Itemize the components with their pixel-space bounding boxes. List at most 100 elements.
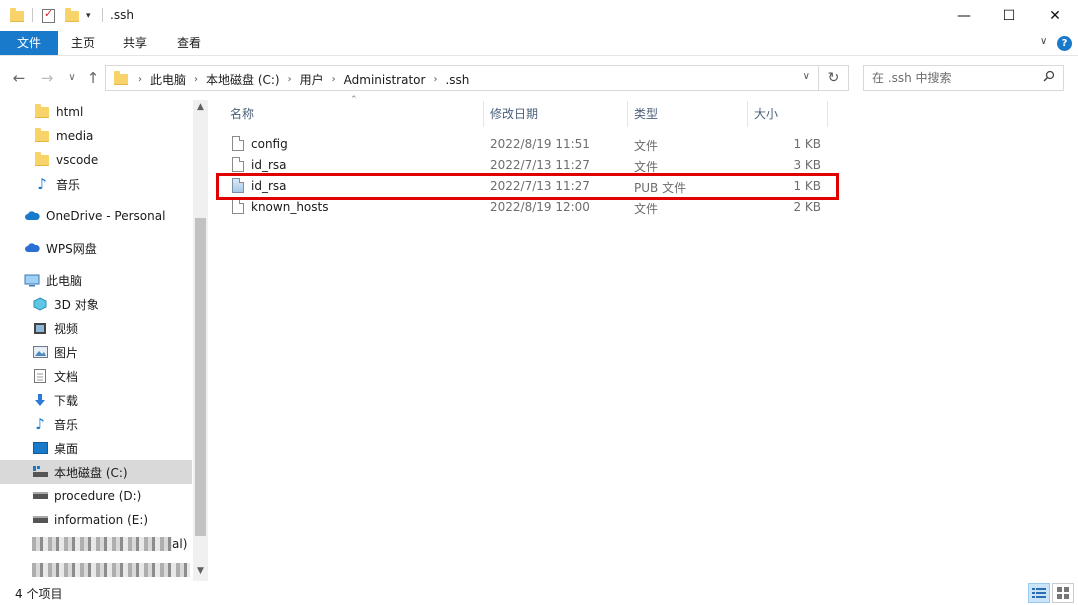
minimize-button[interactable]: —: [941, 0, 987, 31]
close-button[interactable]: ✕: [1032, 0, 1078, 31]
wps-cloud-icon: [24, 241, 40, 255]
tab-file[interactable]: 文件: [0, 31, 58, 55]
computer-icon: [24, 273, 40, 287]
scrollbar-thumb[interactable]: [195, 218, 206, 536]
nav-item-label: 此电脑: [46, 273, 83, 288]
3d-objects-icon: [32, 297, 48, 311]
file-type: 文件: [634, 202, 659, 216]
file-row[interactable]: config 2022/8/19 11:51 文件 1 KB: [224, 134, 824, 155]
forward-arrow-icon[interactable]: →: [38, 68, 56, 88]
desktop-icon: [32, 441, 48, 455]
nav-item-this-pc[interactable]: 此电脑: [0, 268, 192, 292]
search-box[interactable]: [863, 65, 1064, 91]
properties-icon[interactable]: [42, 7, 55, 25]
nav-scrollbar[interactable]: ▲ ▼: [193, 100, 208, 581]
scroll-down-icon[interactable]: ▼: [193, 566, 208, 576]
music-icon: ♪: [37, 175, 47, 193]
new-folder-icon[interactable]: [65, 7, 79, 25]
nav-item-music[interactable]: ♪ 音乐: [0, 172, 192, 196]
pictures-icon: [32, 345, 48, 359]
file-type: 文件: [634, 139, 659, 153]
file-icon: [232, 157, 244, 172]
column-header-modified[interactable]: 修改日期: [484, 101, 628, 127]
crumb-ssh[interactable]: .ssh: [445, 73, 469, 87]
scroll-up-icon[interactable]: ▲: [193, 102, 208, 112]
breadcrumb: › 此电脑 › 本地磁盘 (C:) › 用户 › Administrator ›…: [114, 71, 469, 88]
back-arrow-icon[interactable]: ←: [10, 68, 28, 88]
chevron-down-icon[interactable]: ∨: [803, 71, 810, 82]
column-header-size[interactable]: 大小: [748, 101, 828, 127]
nav-item-desktop[interactable]: 桌面: [0, 436, 192, 460]
file-row[interactable]: known_hosts 2022/8/19 12:00 文件 2 KB: [224, 197, 824, 218]
nav-item-blurred-drive[interactable]: al): [0, 532, 192, 556]
nav-item-local-disk-c[interactable]: 本地磁盘 (C:): [0, 460, 192, 484]
chevron-right-icon[interactable]: ›: [194, 74, 198, 85]
nav-item-drive-e[interactable]: information (E:): [0, 508, 192, 532]
folder-icon: [34, 151, 50, 167]
chevron-right-icon[interactable]: ›: [138, 74, 142, 85]
search-input[interactable]: [864, 66, 1034, 90]
title-bar: ▾ .ssh — ☐ ✕: [0, 0, 1078, 31]
nav-item-label: procedure (D:): [54, 489, 142, 503]
column-header-name[interactable]: 名称: [224, 101, 484, 127]
address-bar[interactable]: › 此电脑 › 本地磁盘 (C:) › 用户 › Administrator ›…: [105, 65, 819, 91]
nav-item-media[interactable]: media: [0, 124, 192, 148]
up-arrow-icon[interactable]: ↑: [84, 68, 102, 88]
nav-item-documents[interactable]: 文档: [0, 364, 192, 388]
redacted-text: [32, 563, 190, 577]
folder-icon: [10, 7, 24, 25]
chevron-right-icon[interactable]: ›: [433, 74, 437, 85]
search-icon[interactable]: [1043, 70, 1055, 82]
nav-item-pictures[interactable]: 图片: [0, 340, 192, 364]
nav-item-html[interactable]: html: [0, 100, 192, 124]
crumb-local-disk[interactable]: 本地磁盘 (C:): [206, 71, 280, 88]
nav-item-label: 桌面: [54, 441, 79, 456]
expand-ribbon-icon[interactable]: ∨: [1040, 36, 1047, 47]
crumb-this-pc[interactable]: 此电脑: [150, 71, 186, 88]
large-icons-view-icon: [1057, 587, 1069, 599]
folder-icon: [114, 71, 128, 85]
chevron-right-icon[interactable]: ›: [288, 74, 292, 85]
nav-item-3d-objects[interactable]: 3D 对象: [0, 292, 192, 316]
nav-item-vscode[interactable]: vscode: [0, 148, 192, 172]
redacted-text: [32, 537, 172, 551]
nav-item-label: OneDrive - Personal: [46, 209, 166, 223]
help-icon[interactable]: ?: [1057, 36, 1072, 51]
customize-quick-access-button[interactable]: ▾: [86, 7, 91, 25]
nav-item-drive-d[interactable]: procedure (D:): [0, 484, 192, 508]
chevron-right-icon[interactable]: ›: [332, 74, 336, 85]
nav-item-label: media: [56, 129, 94, 143]
file-name: id_rsa: [251, 158, 287, 172]
nav-item-label: 音乐: [56, 177, 81, 192]
recent-locations-icon[interactable]: ∨: [63, 68, 81, 88]
music-icon: ♪: [35, 415, 45, 433]
nav-item-downloads[interactable]: 下载: [0, 388, 192, 412]
tab-view[interactable]: 查看: [168, 31, 210, 55]
file-modified: 2022/8/19 11:51: [490, 137, 590, 151]
large-icons-view-button[interactable]: [1052, 583, 1074, 603]
nav-item-videos[interactable]: 视频: [0, 316, 192, 340]
documents-icon: [32, 369, 48, 383]
navigation-pane: html media vscode ♪ 音乐 OneDrive - Person…: [0, 100, 208, 580]
tab-home[interactable]: 主页: [62, 31, 104, 55]
nav-item-wps[interactable]: WPS网盘: [0, 236, 192, 260]
nav-item-blurred-drive-2[interactable]: [0, 558, 192, 582]
details-view-button[interactable]: [1028, 583, 1050, 603]
folder-icon: [34, 103, 50, 119]
nav-item-onedrive[interactable]: OneDrive - Personal: [0, 204, 192, 228]
nav-item-label: WPS网盘: [46, 241, 97, 256]
nav-item-label: 本地磁盘 (C:): [54, 465, 128, 480]
file-name: known_hosts: [251, 200, 329, 214]
nav-item-music-pc[interactable]: ♪ 音乐: [0, 412, 192, 436]
divider: [32, 8, 33, 22]
crumb-administrator[interactable]: Administrator: [344, 73, 426, 87]
column-header-type[interactable]: 类型: [628, 101, 748, 127]
drive-icon: [32, 489, 48, 503]
nav-item-label: 3D 对象: [54, 297, 99, 312]
crumb-users[interactable]: 用户: [300, 71, 324, 88]
refresh-button[interactable]: ↻: [819, 65, 849, 91]
folder-icon: [34, 127, 50, 143]
maximize-button[interactable]: ☐: [986, 0, 1032, 31]
tab-share[interactable]: 共享: [114, 31, 156, 55]
divider: [102, 8, 103, 22]
